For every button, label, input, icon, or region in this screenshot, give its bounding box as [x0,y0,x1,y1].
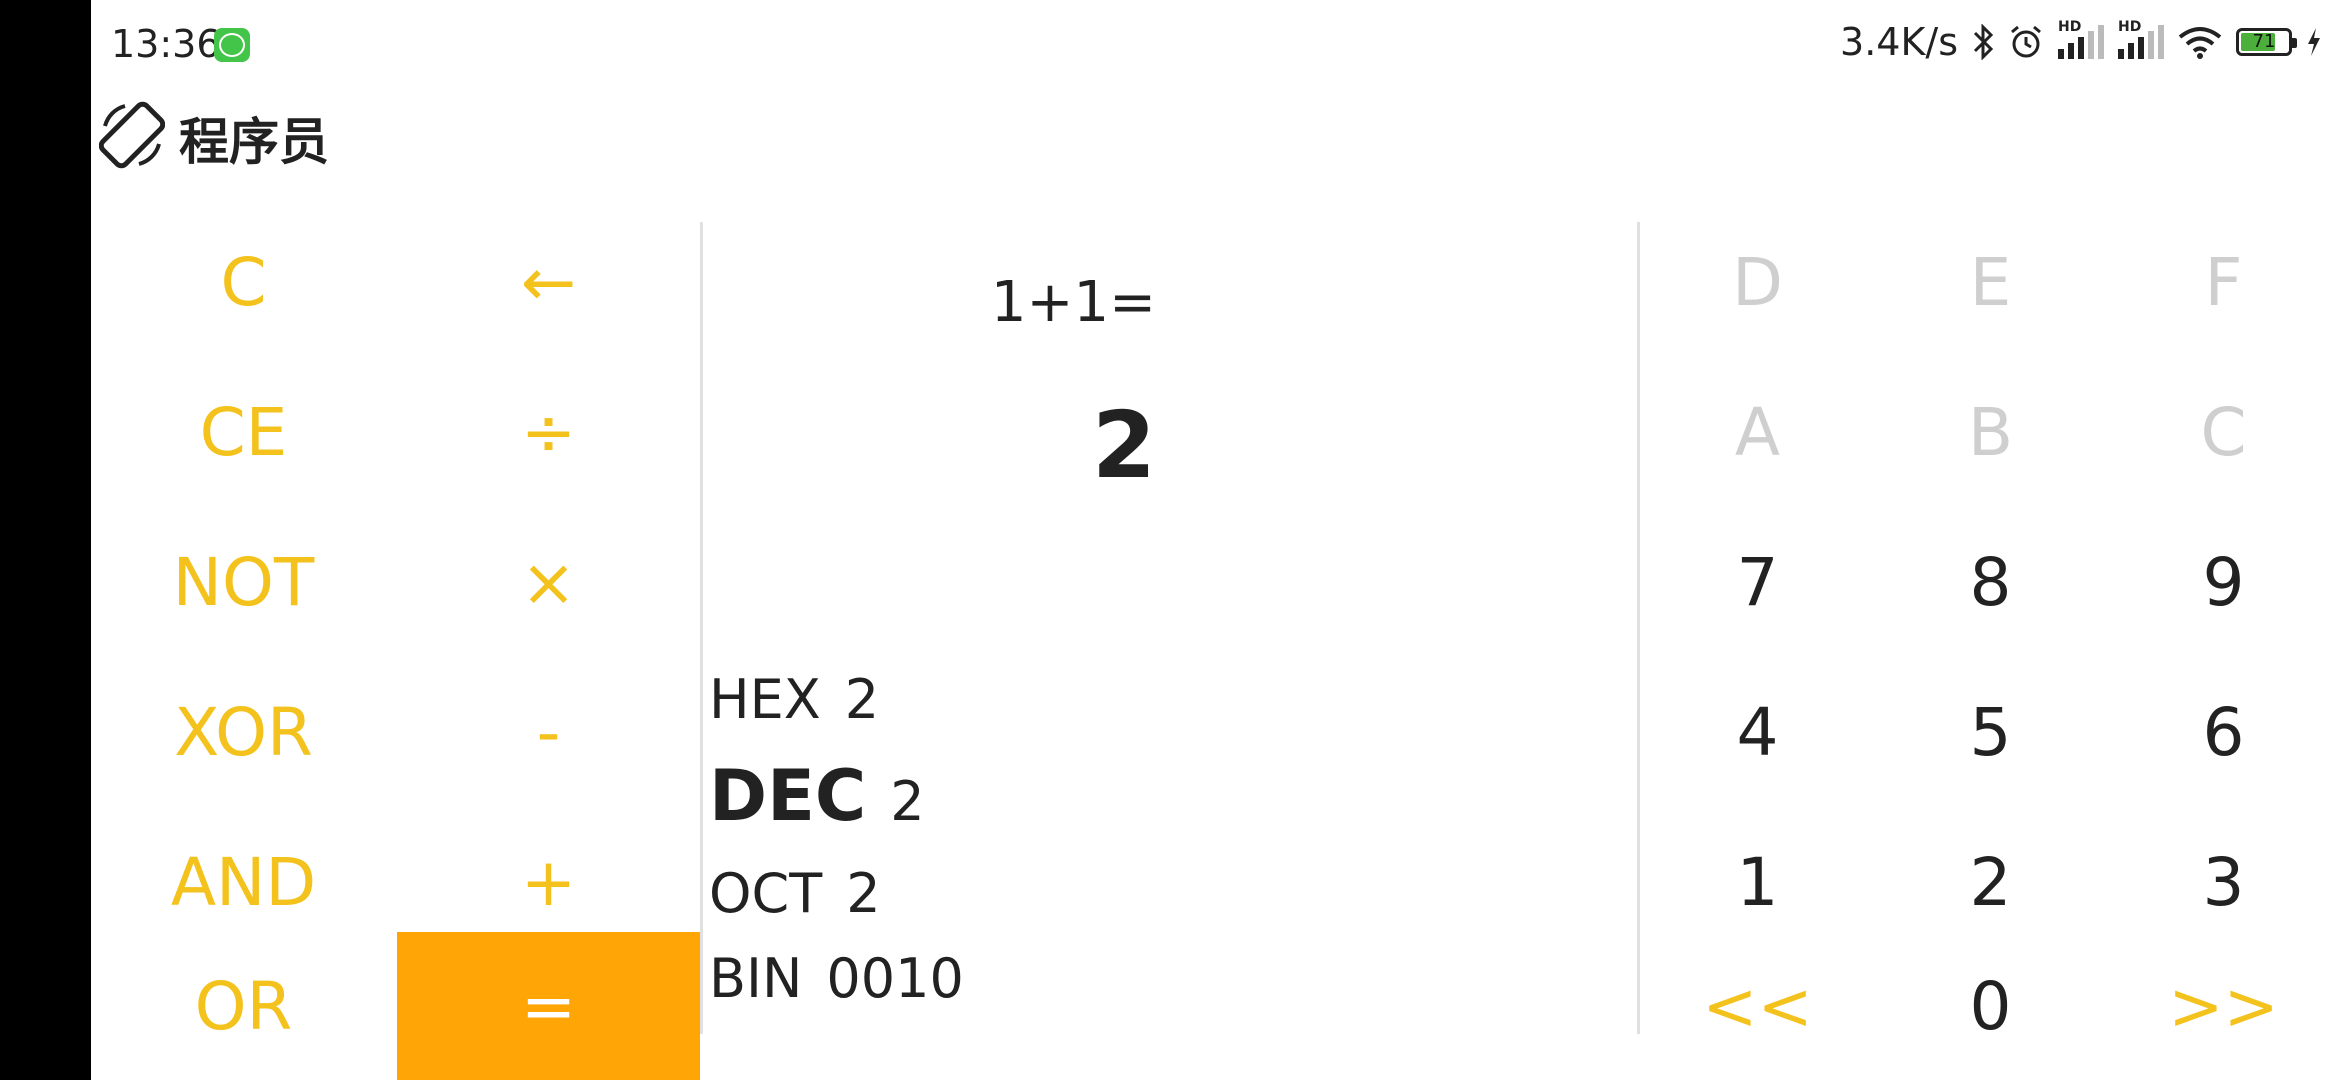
screen-rotate-icon[interactable] [99,100,165,170]
right-divider [1637,222,1640,1034]
xor-button[interactable]: XOR [91,657,396,807]
digit-8-button[interactable]: 8 [1874,507,2107,657]
calculator-screen: 13:36 3.4K/s HD HD 71 程序员 C ← CE ÷ NOT ×… [91,0,2340,1080]
wifi-icon [2178,27,2222,59]
equals-button[interactable]: = [397,932,700,1080]
hd-label: HD [2118,19,2142,35]
bin-row[interactable]: BIN 0010 [709,947,964,1010]
oct-value: 2 [846,862,881,925]
oct-label: OCT [709,862,823,925]
digit-4-button[interactable]: 4 [1641,657,1874,807]
digit-7-button[interactable]: 7 [1641,507,1874,657]
clear-entry-button[interactable]: CE [91,357,396,507]
bin-label: BIN [709,947,803,1010]
hex-c-button[interactable]: C [2107,357,2340,507]
digit-0-button[interactable]: 0 [1874,932,2107,1080]
bluetooth-icon [1973,24,1994,60]
battery-icon: 71 [2236,28,2297,56]
charging-icon [2308,28,2320,56]
hd-label: HD [2058,19,2082,35]
alarm-icon [2011,25,2041,58]
bin-value: 0010 [826,947,964,1010]
network-speed: 3.4K/s [1840,20,1958,64]
backspace-button[interactable]: ← [396,207,701,357]
digit-9-button[interactable]: 9 [2107,507,2340,657]
hex-a-button[interactable]: A [1641,357,1874,507]
shift-right-button[interactable]: >> [2107,932,2340,1080]
not-button[interactable]: NOT [91,507,396,657]
dec-row[interactable]: DEC 2 [709,755,925,837]
or-button[interactable]: OR [91,932,396,1080]
hex-f-button[interactable]: F [2107,207,2340,357]
status-time: 13:36 [111,22,221,66]
hex-value: 2 [844,668,880,731]
minus-button[interactable]: - [396,657,701,807]
signal-icon: HD [2118,19,2164,59]
clear-button[interactable]: C [91,207,396,357]
oct-row[interactable]: OCT 2 [709,862,881,925]
digit-6-button[interactable]: 6 [2107,657,2340,807]
hex-b-button[interactable]: B [1874,357,2107,507]
status-icons: 3.4K/s HD HD 71 [1840,19,2322,64]
hex-label: HEX [709,668,821,731]
dec-label: DEC [709,755,867,837]
dec-value: 2 [890,770,925,833]
digit-5-button[interactable]: 5 [1874,657,2107,807]
notification-app-icon [214,28,250,62]
shift-left-button[interactable]: << [1641,932,1874,1080]
hex-d-button[interactable]: D [1641,207,1874,357]
divide-button[interactable]: ÷ [396,357,701,507]
multiply-button[interactable]: × [396,507,701,657]
result-display: 2 [1091,392,1156,499]
hex-e-button[interactable]: E [1874,207,2107,357]
battery-level: 71 [2252,31,2276,52]
hex-row[interactable]: HEX 2 [709,668,879,731]
signal-icon: HD [2058,19,2104,59]
expression-display: 1+1= [990,270,1156,335]
app-title: 程序员 [179,113,329,171]
left-divider [700,222,703,1034]
